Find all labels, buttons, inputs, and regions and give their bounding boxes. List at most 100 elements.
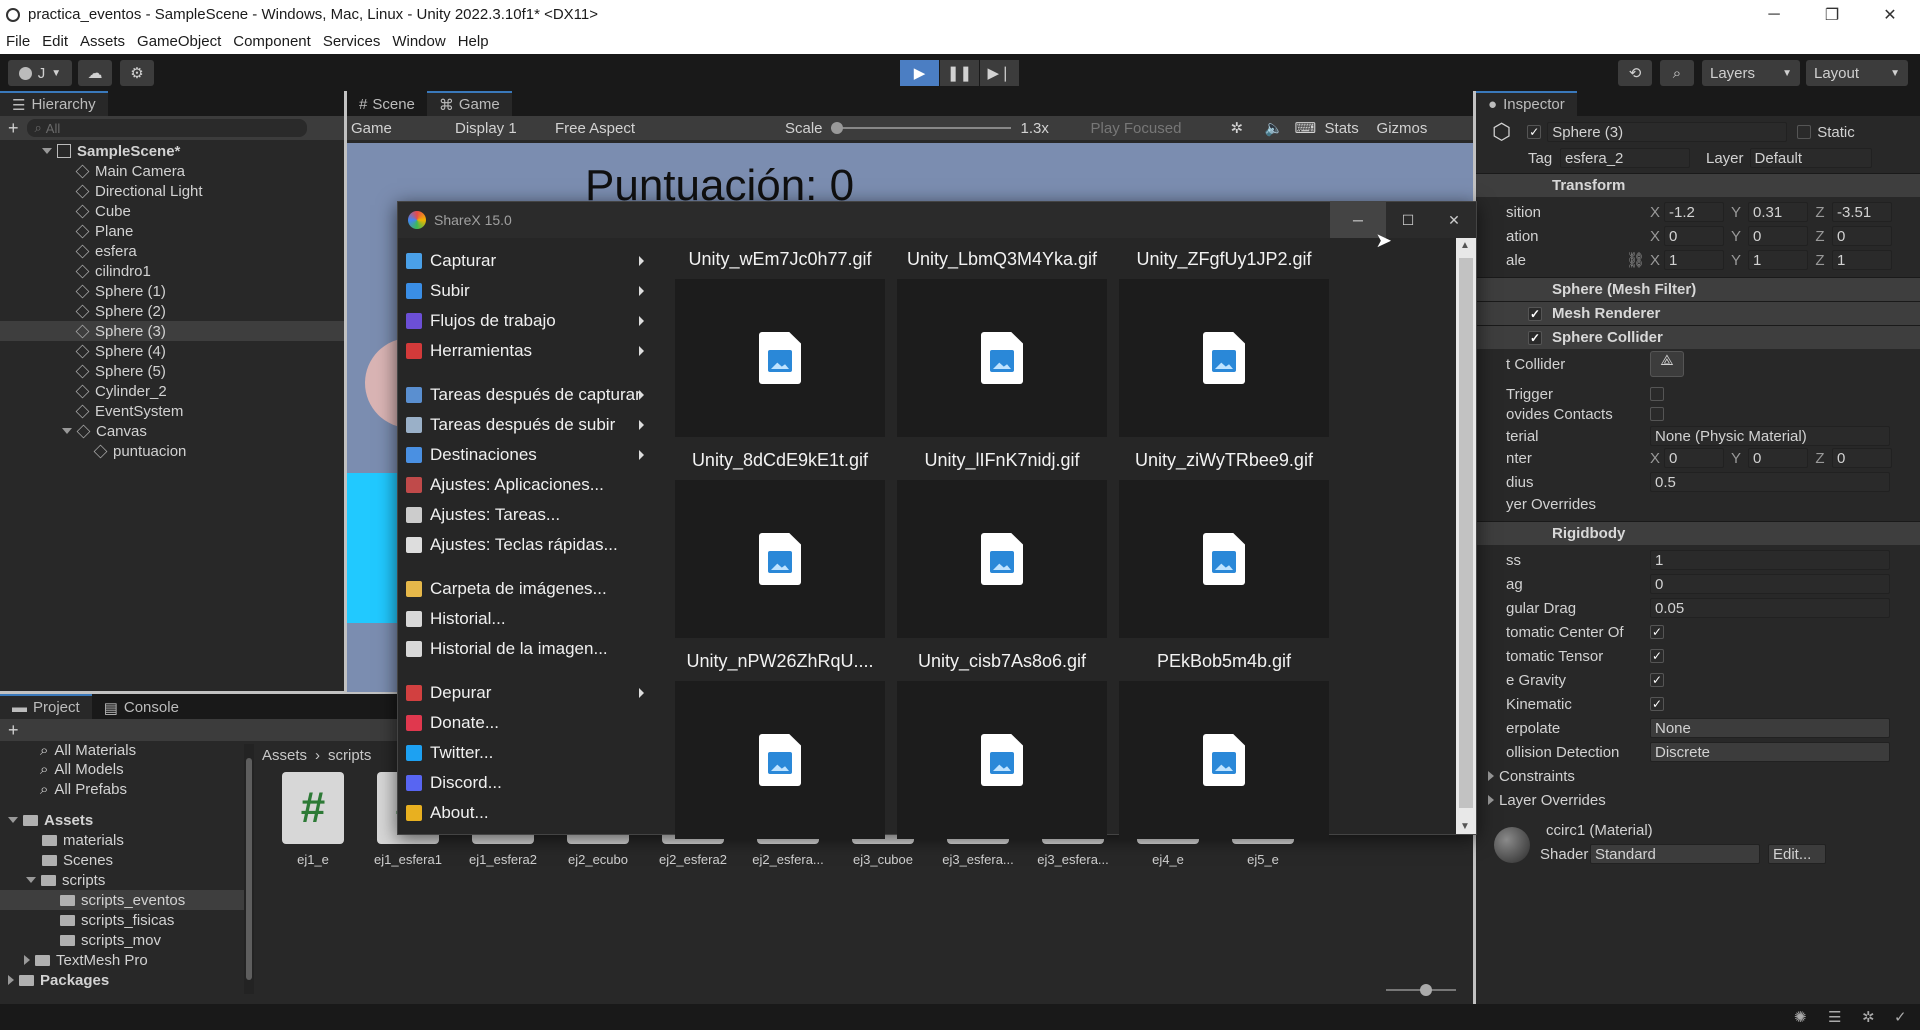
menu-component[interactable]: Component (233, 33, 311, 50)
sharex-menu-item[interactable]: Depurar (404, 678, 654, 708)
gravity-checkbox[interactable]: ✓ (1650, 673, 1664, 687)
scale-slider[interactable] (830, 122, 1011, 134)
list-item[interactable]: cilindro1 (0, 261, 344, 281)
list-item[interactable]: Cube (0, 201, 344, 221)
list-item[interactable]: esfera (0, 241, 344, 261)
list-item[interactable]: Directional Light (0, 181, 344, 201)
thumbnail-item[interactable]: Unity_ziWyTRbee9.gif (1119, 450, 1329, 640)
tag-dropdown[interactable]: esfera_2 (1560, 148, 1690, 168)
scale-y[interactable]: 1 (1748, 250, 1808, 270)
slider-handle[interactable] (1420, 984, 1432, 996)
minimize-button[interactable]: ─ (1745, 0, 1803, 29)
tab-scene[interactable]: # Scene (347, 91, 427, 116)
collider-layer-overrides[interactable]: yer Overrides (1476, 493, 1920, 515)
layers-dropdown[interactable]: Layers ▼ (1702, 60, 1800, 86)
gizmos-button[interactable]: Gizmos (1377, 120, 1428, 137)
add-icon[interactable]: + (8, 720, 19, 741)
stats-button[interactable]: Stats (1325, 120, 1377, 137)
sphere-collider-header[interactable]: ✓ Sphere Collider (1476, 325, 1920, 349)
edit-shader-button[interactable]: Edit... (1768, 844, 1826, 864)
sharex-menu-item[interactable]: Subir (404, 276, 654, 306)
keyboard-icon[interactable]: ⌨ (1295, 119, 1325, 137)
play-focused-dropdown[interactable]: Play Focused (1091, 120, 1231, 137)
center-z[interactable]: 0 (1832, 448, 1892, 468)
tab-game[interactable]: ⌘ Game (426, 91, 512, 116)
physic-material-field[interactable]: None (Physic Material) (1650, 426, 1890, 446)
auto-tensor-checkbox[interactable]: ✓ (1650, 649, 1664, 663)
tab-inspector[interactable]: ● Inspector (1476, 91, 1577, 116)
rb-layer-overrides-row[interactable]: Layer Overrides (1476, 789, 1920, 811)
sharex-menu-item[interactable]: Twitter... (404, 738, 654, 768)
mesh-renderer-header[interactable]: ✓ Mesh Renderer (1476, 301, 1920, 325)
sharex-menu-item[interactable]: Ajustes: Aplicaciones... (404, 470, 654, 500)
sharex-menu-item[interactable]: Capturar (404, 246, 654, 276)
menu-assets[interactable]: Assets (80, 33, 125, 50)
position-z[interactable]: -3.51 (1832, 202, 1892, 222)
settings-button[interactable]: ⚙ (120, 60, 154, 86)
sharex-maximize-button[interactable]: ☐ (1386, 202, 1430, 238)
tree-item[interactable]: materials (0, 830, 244, 850)
asset-item[interactable]: # ej1_e (270, 772, 356, 867)
play-button[interactable]: ▶ (900, 60, 939, 86)
mesh-filter-header[interactable]: Sphere (Mesh Filter) (1476, 277, 1920, 301)
sharex-menu-item[interactable]: Tareas después de capturar (404, 380, 654, 410)
thumbnail-preview[interactable] (1119, 279, 1329, 437)
menu-gameobject[interactable]: GameObject (137, 33, 221, 50)
close-button[interactable]: ✕ (1861, 0, 1919, 29)
maximize-button[interactable]: ❐ (1803, 0, 1861, 29)
thumbnail-preview[interactable] (675, 279, 885, 437)
scene-root[interactable]: SampleScene* (0, 141, 344, 161)
menu-file[interactable]: File (6, 33, 30, 50)
tree-item[interactable]: scripts_fisicas (0, 910, 244, 930)
aspect-dropdown[interactable]: Free Aspect (555, 120, 785, 137)
menu-services[interactable]: Services (323, 33, 381, 50)
thumbnail-preview[interactable] (1119, 480, 1329, 638)
slider-handle[interactable] (830, 122, 843, 134)
sharex-menu-item[interactable]: Flujos de trabajo (404, 306, 654, 336)
thumbnail-item[interactable]: Unity_lIFnK7nidj.gif (897, 450, 1107, 640)
zoom-slider[interactable] (1386, 984, 1456, 996)
sharex-close-button[interactable]: ✕ (1432, 202, 1476, 238)
menu-edit[interactable]: Edit (42, 33, 68, 50)
scrollbar-thumb[interactable] (246, 758, 252, 980)
scale-z[interactable]: 1 (1832, 250, 1892, 270)
trigger-checkbox[interactable] (1650, 387, 1664, 401)
sharex-menu-item[interactable]: Tareas después de subir (404, 410, 654, 440)
scrollbar-thumb[interactable] (1459, 258, 1473, 808)
center-y[interactable]: 0 (1748, 448, 1808, 468)
sharex-menu-item[interactable]: Historial de la imagen... (404, 634, 654, 664)
cloud-button[interactable]: ☁ (78, 60, 112, 86)
center-x[interactable]: 0 (1664, 448, 1724, 468)
thumbnail-item[interactable]: Unity_8dCdE9kE1t.gif (675, 450, 885, 640)
list-item[interactable]: Sphere (4) (0, 341, 344, 361)
object-name-field[interactable]: Sphere (3) (1547, 122, 1788, 142)
static-checkbox[interactable] (1797, 125, 1812, 139)
search-button[interactable]: ⌕ (1660, 60, 1694, 86)
tree-scrollbar[interactable] (244, 744, 254, 994)
contacts-checkbox[interactable] (1650, 407, 1664, 421)
list-item[interactable]: Cylinder_2 (0, 381, 344, 401)
angular-drag-field[interactable]: 0.05 (1650, 598, 1890, 618)
sharex-menu-item[interactable]: Discord... (404, 768, 654, 798)
thumbnail-preview[interactable] (897, 681, 1107, 839)
position-x[interactable]: -1.2 (1664, 202, 1724, 222)
shader-dropdown[interactable]: Standard (1590, 844, 1760, 864)
tree-packages[interactable]: Packages (0, 970, 244, 990)
sharex-menu-item[interactable]: Historial... (404, 604, 654, 634)
sharex-menu-item[interactable]: Destinaciones (404, 440, 654, 470)
drag-field[interactable]: 0 (1650, 574, 1890, 594)
thumbnail-item[interactable]: PEkBob5m4b.gif (1119, 651, 1329, 841)
thumbnail-preview[interactable] (675, 480, 885, 638)
list-item[interactable]: EventSystem (0, 401, 344, 421)
bug-icon[interactable]: ✲ (1231, 119, 1265, 137)
breadcrumb-scripts[interactable]: scripts (328, 747, 371, 764)
sharex-menu-item[interactable]: Herramientas (404, 336, 654, 366)
menu-window[interactable]: Window (392, 33, 445, 50)
auto-center-checkbox[interactable]: ✓ (1650, 625, 1664, 639)
tree-item[interactable]: Scenes (0, 850, 244, 870)
layout-dropdown[interactable]: Layout ▼ (1806, 60, 1908, 86)
step-button[interactable]: ▶❘ (980, 60, 1019, 86)
collision-dropdown[interactable]: Discrete (1650, 742, 1890, 762)
display-dropdown[interactable]: Display 1 (455, 120, 555, 137)
thumbnail-preview[interactable] (675, 681, 885, 839)
